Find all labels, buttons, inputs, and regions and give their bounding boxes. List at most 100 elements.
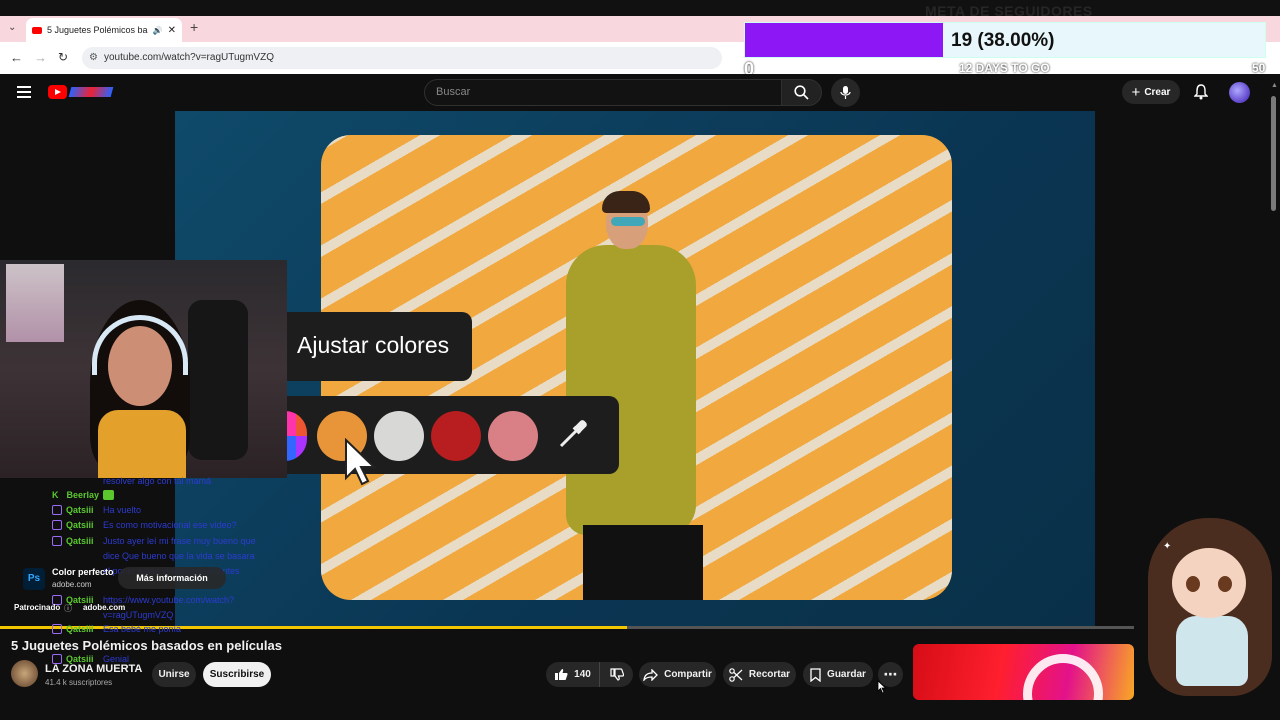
share-icon: [643, 668, 659, 681]
plus-icon: +: [1131, 83, 1141, 101]
chibi-mascot-face: [1172, 548, 1246, 618]
subscribe-button[interactable]: Suscribirse: [203, 662, 271, 687]
search-input[interactable]: Buscar: [424, 79, 782, 106]
mouse-cursor-icon: [344, 438, 378, 486]
dislike-button[interactable]: [599, 662, 633, 687]
new-tab-icon[interactable]: +: [190, 19, 198, 35]
swatch-pink[interactable]: [488, 411, 538, 461]
sponsor-title: Color perfecto: [52, 567, 114, 577]
video-title: 5 Juguetes Polémicos basados en película…: [11, 638, 282, 653]
chat-username: Qatsiii: [66, 505, 94, 515]
eyedropper-icon[interactable]: [555, 416, 591, 452]
chat-line: Qatsiii: [52, 520, 94, 530]
save-button[interactable]: Guardar: [803, 662, 873, 687]
chat-badge-icon: [52, 520, 62, 530]
clip-label: Recortar: [748, 669, 791, 680]
sparkle-icon: ✦: [1163, 541, 1172, 552]
menu-icon[interactable]: [17, 86, 31, 98]
thumbs-down-icon: [609, 668, 624, 681]
account-avatar[interactable]: [1229, 82, 1250, 103]
sponsor-domain: adobe.com: [52, 580, 92, 589]
microphone-icon: [840, 86, 851, 99]
ad-thumbnail[interactable]: [913, 644, 1134, 700]
channel-name[interactable]: LA ZONA MUERTA: [45, 663, 142, 675]
streamer-shirt: [98, 410, 186, 478]
chibi-eye-left: [1186, 576, 1200, 592]
more-info-button[interactable]: Más información: [118, 567, 226, 589]
wall-poster: [6, 264, 64, 342]
create-button[interactable]: + Crear: [1122, 80, 1180, 104]
notifications-bell-icon[interactable]: [1194, 84, 1208, 100]
person-pants: [583, 525, 703, 600]
person-coat: [566, 245, 696, 535]
browser-tab-active[interactable]: 5 Juguetes Polémicos basa 🔊 ✕: [26, 18, 182, 42]
sponsor-domain-secondary[interactable]: adobe.com: [83, 603, 125, 612]
tab-title: 5 Juguetes Polémicos basa: [47, 25, 148, 35]
chat-message: https://www.youtube.com/watch?v=ragUTugm…: [103, 595, 235, 620]
tab-list-chevron-icon[interactable]: ⌄: [8, 22, 16, 33]
gaming-chair: [188, 300, 248, 460]
chat-badge-icon: [52, 505, 62, 515]
goal-value: 19 (38.00%): [951, 30, 1055, 51]
scissors-icon: [729, 667, 743, 682]
sponsored-label: Patrocinado: [14, 603, 61, 612]
tab-close-icon[interactable]: ✕: [168, 25, 176, 36]
chat-line: K Beerlay: [52, 490, 115, 500]
goal-title: META DE SEGUIDORES: [925, 3, 1093, 19]
chat-message: Ha vuelto: [103, 505, 142, 515]
share-button[interactable]: Compartir: [639, 662, 716, 687]
chat-username: Qatsiii: [66, 520, 94, 530]
search-icon: [794, 85, 809, 100]
address-bar[interactable]: ⚙ youtube.com/watch?v=ragUTugmVZQ: [82, 47, 722, 69]
sunglasses: [611, 217, 645, 226]
chat-message: Esa bebé me ponía: [103, 624, 182, 634]
site-info-icon[interactable]: ⚙: [89, 47, 98, 69]
youtube-favicon-icon: [32, 26, 42, 34]
info-icon[interactable]: ⓘ: [64, 603, 72, 614]
clip-button[interactable]: Recortar: [723, 662, 796, 687]
bookmark-icon: [810, 667, 821, 682]
chat-badge-icon: K: [52, 490, 59, 500]
adjust-colors-overlay: Ajustar colores: [287, 312, 472, 381]
chat-username: Qatsiii: [66, 536, 94, 546]
chat-line: Qatsiii: [52, 624, 94, 634]
audio-icon: 🔊: [152, 25, 163, 35]
chat-badge-icon: [52, 536, 62, 546]
video-progress-fill: [0, 626, 627, 629]
streamer-webcam: [0, 260, 287, 478]
person-hair: [602, 191, 650, 213]
goal-max: 50: [1252, 61, 1266, 75]
voice-search-button[interactable]: [831, 78, 860, 107]
chat-line: Qatsiii: [52, 505, 94, 515]
swatch-white[interactable]: [374, 411, 424, 461]
swatch-red[interactable]: [431, 411, 481, 461]
mouse-pointer-small-icon: [877, 680, 887, 694]
chat-username: Qatsiii: [66, 624, 94, 634]
chat-line: Qatsiii: [52, 536, 94, 546]
follower-goal-bar: 19 (38.00%): [744, 22, 1266, 58]
url-text: youtube.com/watch?v=ragUTugmVZQ: [104, 52, 274, 63]
like-button[interactable]: 140: [546, 662, 599, 687]
chat-emote-icon: [103, 490, 115, 500]
chat-badge-icon: [52, 624, 62, 634]
thumbs-up-icon: [555, 669, 568, 680]
youtube-logo[interactable]: [48, 84, 114, 101]
forward-arrow-icon[interactable]: →: [34, 50, 47, 65]
goal-days-left: 12 DAYS TO GO: [959, 61, 1050, 75]
like-count: 140: [574, 669, 591, 680]
goal-progress-fill: [745, 23, 943, 57]
create-label: Crear: [1144, 86, 1171, 98]
reload-icon[interactable]: ↻: [58, 50, 68, 64]
chat-username: Beerlay: [66, 490, 100, 500]
ad-swirl-graphic: [1023, 654, 1103, 700]
color-wheel-icon[interactable]: [285, 411, 307, 461]
join-button[interactable]: Unirse: [152, 662, 196, 687]
search-button[interactable]: [781, 79, 822, 106]
chat-message: resolver algo con tal mamá: [103, 476, 212, 486]
back-arrow-icon[interactable]: ←: [10, 50, 23, 65]
chibi-eye-right: [1218, 576, 1232, 592]
chat-message: Es como motivacional ese video?: [103, 520, 237, 530]
subscriber-count: 41.4 k suscriptores: [45, 678, 113, 687]
channel-avatar[interactable]: [11, 660, 38, 687]
chibi-mascot-dress: [1176, 616, 1248, 686]
